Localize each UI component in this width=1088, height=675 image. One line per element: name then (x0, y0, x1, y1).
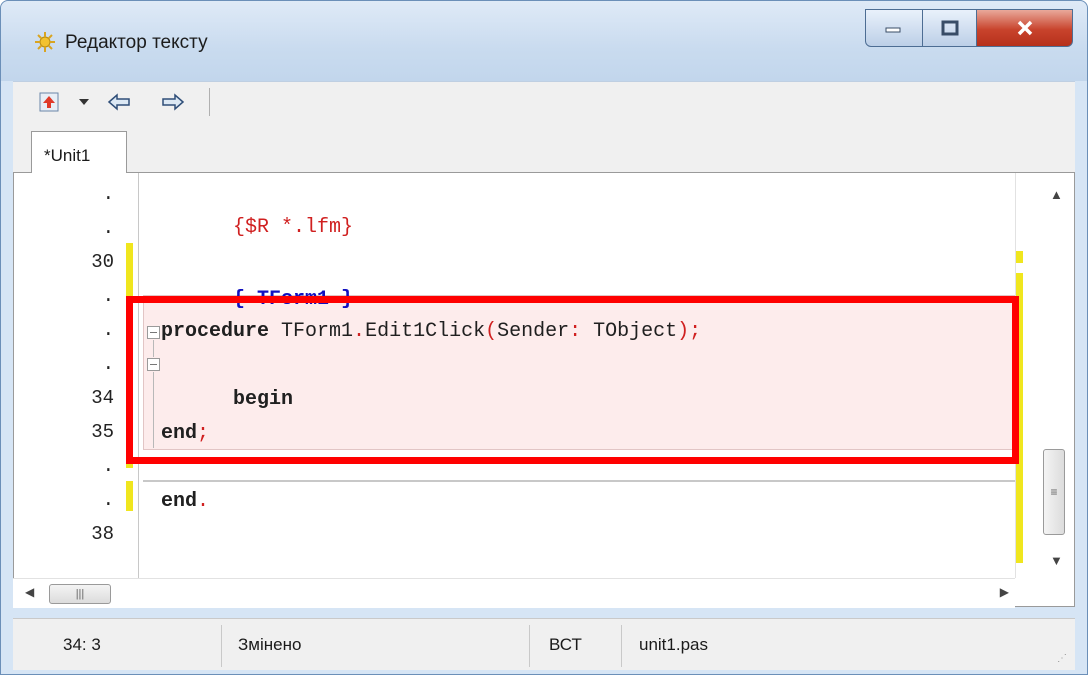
window-controls (865, 9, 1073, 49)
resize-grip-icon[interactable]: ⋰ (1057, 653, 1067, 664)
upload-button[interactable] (37, 90, 61, 114)
upload-icon (39, 92, 59, 112)
modified-status: Змінено (238, 635, 302, 654)
minimize-icon (885, 27, 901, 33)
window-title: Редактор тексту (65, 32, 208, 53)
chevron-down-icon (79, 99, 89, 105)
scroll-down-icon[interactable]: ▼ (1050, 553, 1063, 568)
line-number: . (102, 319, 114, 341)
toolbar (13, 81, 1075, 121)
line-number: . (102, 285, 114, 307)
scroll-up-icon[interactable]: ▲ (1050, 187, 1063, 202)
line-number: 35 (91, 421, 114, 443)
scroll-left-icon[interactable]: ◀ (25, 585, 34, 599)
code-line-directive: {$R *.lfm} (161, 177, 353, 239)
status-separator (221, 625, 222, 667)
block-separator (143, 480, 1023, 482)
final-dot: . (197, 490, 210, 513)
line-number: . (102, 353, 114, 375)
maximize-button[interactable] (923, 9, 977, 47)
status-separator (529, 625, 530, 667)
line-number-gutter: . . 30 . . . 34 35 . . 38 (14, 173, 122, 578)
editor-window: Редактор тексту *Unit1 . . 30 . . . 34 3… (0, 0, 1088, 675)
change-marker (1016, 251, 1023, 263)
compiler-directive: {$R *.lfm} (233, 216, 354, 239)
line-number: 30 (91, 251, 114, 273)
scroll-right-icon[interactable]: ▶ (1000, 585, 1009, 599)
line-number: . (102, 489, 114, 511)
minimize-button[interactable] (865, 9, 923, 47)
highlight-frame (126, 296, 1019, 464)
maximize-icon (941, 20, 958, 36)
back-button[interactable] (107, 90, 131, 114)
keyword-final-end: end (161, 490, 198, 513)
app-icon (34, 31, 56, 53)
vertical-scroll-thumb[interactable]: ≡ (1043, 449, 1065, 535)
horizontal-scrollbar[interactable]: ◀ ||| ▶ (13, 578, 1015, 608)
modified-line-marker (126, 481, 133, 511)
tab-unit1[interactable]: *Unit1 (31, 131, 127, 174)
insert-mode: ВСТ (549, 635, 582, 654)
line-number: . (102, 183, 114, 205)
code-line-final-end: end. (161, 485, 209, 519)
vertical-scrollbar[interactable]: ▲ ≡ ▼ (1015, 173, 1073, 578)
dropdown-button[interactable] (75, 90, 93, 114)
close-button[interactable] (977, 9, 1073, 47)
status-bar: 34: 3 Змінено ВСТ unit1.pas ⋰ (13, 618, 1075, 670)
forward-button[interactable] (161, 90, 185, 114)
arrow-right-icon (162, 93, 185, 111)
toolbar-separator (209, 88, 210, 116)
title-bar[interactable]: Редактор тексту (1, 1, 1087, 81)
line-number: 38 (91, 523, 114, 545)
line-number: 34 (91, 387, 114, 409)
horizontal-scroll-thumb[interactable]: ||| (49, 584, 111, 604)
line-number: . (102, 217, 114, 239)
cursor-position: 34: 3 (63, 635, 101, 654)
arrow-left-icon (107, 93, 130, 111)
close-icon (1017, 20, 1032, 36)
code-line-class-comment: { TForm1 } (161, 249, 353, 311)
line-number: . (102, 455, 114, 477)
tab-strip: *Unit1 (13, 121, 1075, 174)
status-separator (621, 625, 622, 667)
file-name: unit1.pas (639, 635, 708, 654)
